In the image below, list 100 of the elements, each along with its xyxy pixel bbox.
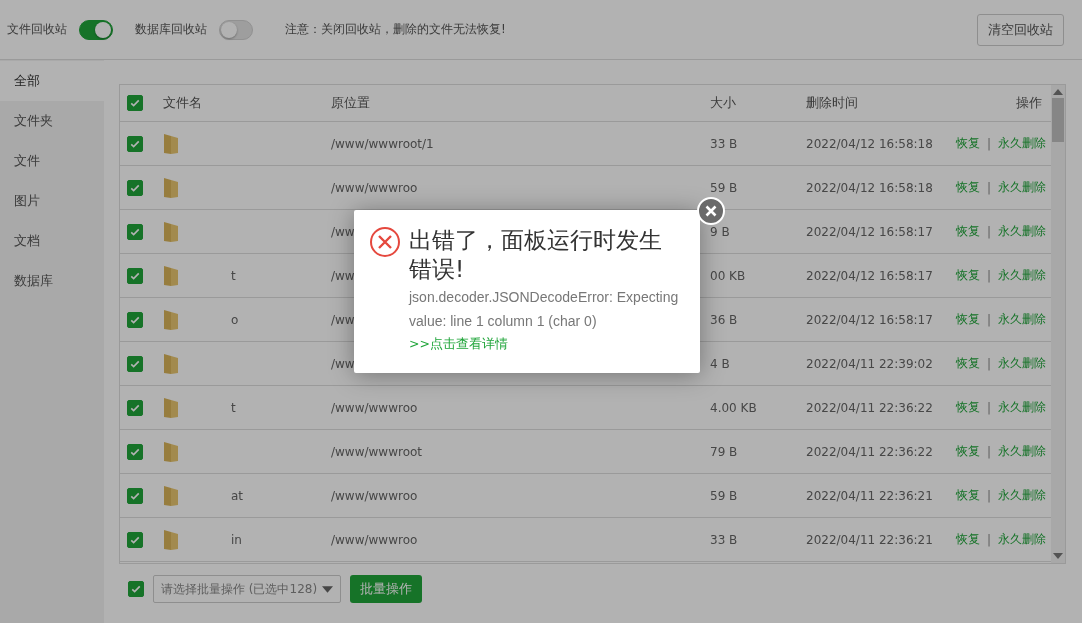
checkbox[interactable] xyxy=(127,311,143,328)
restore-link[interactable]: 恢复 xyxy=(956,487,980,504)
restore-link[interactable]: 恢复 xyxy=(956,355,980,372)
delete-time: 2022/04/12 16:58:17 xyxy=(806,312,933,327)
scrollbar[interactable] xyxy=(1051,85,1065,563)
checkbox[interactable] xyxy=(127,487,143,504)
file-path: /ww xyxy=(331,312,355,327)
checkbox[interactable] xyxy=(127,179,143,196)
restore-link[interactable]: 恢复 xyxy=(956,399,980,416)
file-path: /ww xyxy=(331,356,355,371)
file-path: /www/wwwroot/1 xyxy=(331,136,434,151)
file-path: /www/wwwroo xyxy=(331,488,418,503)
file-name: o xyxy=(231,312,239,327)
separator: | xyxy=(987,312,992,327)
separator: | xyxy=(987,444,992,459)
separator: | xyxy=(987,400,992,415)
file-size: 33 B xyxy=(710,532,738,547)
separator: | xyxy=(987,356,992,371)
file-size: 9 B xyxy=(710,224,730,239)
separator: | xyxy=(987,224,992,239)
file-name: in xyxy=(231,532,242,547)
delete-time: 2022/04/12 16:58:17 xyxy=(806,224,933,239)
restore-link[interactable]: 恢复 xyxy=(956,311,980,328)
file-size: 4.00 KB xyxy=(710,400,757,415)
column-header: 操作 xyxy=(1015,93,1043,112)
file-path: /www/wwwroo xyxy=(331,180,418,195)
checkbox[interactable] xyxy=(127,443,143,460)
file-path: /ww xyxy=(331,224,355,239)
dropdown-caret-icon xyxy=(322,585,333,593)
close-icon[interactable] xyxy=(697,197,725,225)
file-size: 36 B xyxy=(710,312,738,327)
scroll-down-icon[interactable] xyxy=(1053,553,1063,559)
folder-icon xyxy=(163,176,179,199)
file-size: 59 B xyxy=(710,180,738,195)
sidebar-item[interactable]: 文件 xyxy=(0,141,104,181)
delete-link[interactable]: 永久删除 xyxy=(998,135,1047,152)
folder-icon xyxy=(163,396,179,419)
delete-link[interactable]: 永久删除 xyxy=(998,531,1047,548)
toggle-label: 数据库回收站 xyxy=(135,21,207,38)
details-link[interactable]: >>点击查看详情 xyxy=(409,336,508,353)
separator: | xyxy=(987,532,992,547)
delete-link[interactable]: 永久删除 xyxy=(998,311,1047,328)
sidebar-item[interactable]: 图片 xyxy=(0,181,104,221)
checkbox[interactable] xyxy=(127,531,143,548)
folder-icon xyxy=(163,440,179,463)
batch-select[interactable]: 请选择批量操作 (已选中128) xyxy=(153,575,341,603)
delete-time: 2022/04/11 22:36:22 xyxy=(806,444,933,459)
checkbox[interactable] xyxy=(127,135,143,152)
sidebar-item[interactable]: 数据库 xyxy=(0,261,104,301)
clear-button[interactable]: 清空回收站 xyxy=(977,13,1064,46)
checkbox[interactable] xyxy=(128,581,144,597)
file-name: t xyxy=(231,268,236,283)
restore-link[interactable]: 恢复 xyxy=(956,267,980,284)
column-header: 大小 xyxy=(709,93,737,112)
delete-link[interactable]: 永久删除 xyxy=(998,487,1047,504)
delete-link[interactable]: 永久删除 xyxy=(998,179,1047,196)
folder-icon xyxy=(163,264,179,287)
restore-link[interactable]: 恢复 xyxy=(956,135,980,152)
delete-link[interactable]: 永久删除 xyxy=(998,223,1047,240)
checkbox[interactable] xyxy=(127,399,143,416)
toggle-label: 文件回收站 xyxy=(7,21,67,38)
file-path: /www/wwwroo xyxy=(331,400,418,415)
toggle-switch[interactable] xyxy=(79,19,113,40)
restore-link[interactable]: 恢复 xyxy=(956,531,980,548)
checkbox[interactable] xyxy=(127,355,143,372)
delete-time: 2022/04/11 22:36:21 xyxy=(806,488,933,503)
scroll-thumb[interactable] xyxy=(1052,98,1064,142)
restore-link[interactable]: 恢复 xyxy=(956,179,980,196)
checkbox[interactable] xyxy=(127,223,143,240)
restore-link[interactable]: 恢复 xyxy=(956,223,980,240)
sidebar-item[interactable]: 全部 xyxy=(0,61,104,101)
checkmark-icon xyxy=(130,583,142,595)
error-message: json.decoder.JSONDecodeError: Expecting value: line 1 column 1 (char 0) xyxy=(409,288,680,331)
checkbox[interactable] xyxy=(127,95,143,111)
checkbox[interactable] xyxy=(127,267,143,284)
error-title: 出错了，面板运行时发生错误! xyxy=(409,226,663,284)
delete-link[interactable]: 永久删除 xyxy=(998,443,1047,460)
column-header: 文件名 xyxy=(162,93,203,112)
delete-time: 2022/04/11 22:36:22 xyxy=(806,400,933,415)
sidebar-item[interactable]: 文档 xyxy=(0,221,104,261)
checkmark-icon xyxy=(129,97,141,109)
batch-button[interactable]: 批量操作 xyxy=(350,575,422,603)
sidebar-item[interactable]: 文件夹 xyxy=(0,101,104,141)
folder-icon xyxy=(163,132,179,155)
delete-time: 2022/04/12 16:58:18 xyxy=(806,180,933,195)
toggle-switch[interactable] xyxy=(219,19,253,40)
restore-link[interactable]: 恢复 xyxy=(956,443,980,460)
file-path: /www/wwwroo xyxy=(331,532,418,547)
column-header: 原位置 xyxy=(330,93,371,112)
delete-time: 2022/04/12 16:58:18 xyxy=(806,136,933,151)
file-path: /www/wwwroot xyxy=(331,444,423,459)
scroll-up-icon[interactable] xyxy=(1053,89,1063,95)
delete-link[interactable]: 永久删除 xyxy=(998,399,1047,416)
folder-icon xyxy=(163,220,179,243)
delete-link[interactable]: 永久删除 xyxy=(998,267,1047,284)
delete-link[interactable]: 永久删除 xyxy=(998,355,1047,372)
separator: | xyxy=(987,180,992,195)
separator: | xyxy=(987,136,992,151)
file-size: 59 B xyxy=(710,488,738,503)
delete-time: 2022/04/12 16:58:17 xyxy=(806,268,933,283)
